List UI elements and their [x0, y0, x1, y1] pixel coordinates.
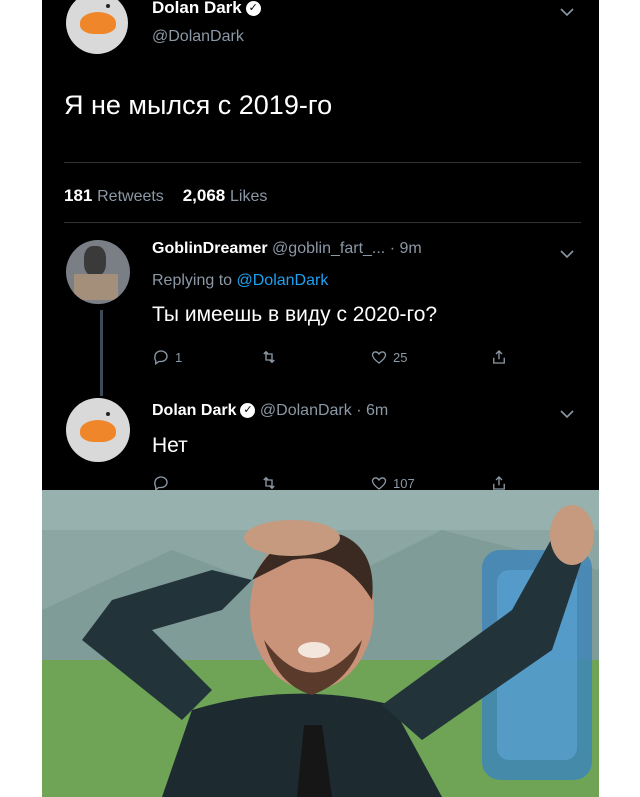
retweets-label: Retweets: [97, 188, 164, 205]
thread-line: [100, 310, 103, 396]
likes-label: Likes: [230, 188, 268, 205]
dolan-avatar[interactable]: [66, 0, 128, 54]
answer-header: Dolan Dark ✓ @DolanDark · 6m: [152, 402, 388, 420]
reply-count: 1: [175, 349, 183, 365]
dolan-avatar[interactable]: [66, 398, 130, 462]
chevron-down-icon[interactable]: [560, 406, 574, 422]
likes-count: 2,068: [182, 186, 226, 205]
display-name[interactable]: Dolan Dark: [152, 402, 236, 419]
chevron-down-icon[interactable]: [560, 246, 574, 262]
tweet-thread: Dolan Dark ✓ @DolanDark Я не мылся с 2019…: [42, 0, 599, 490]
display-name: Dolan Dark: [152, 0, 242, 17]
like-count: 25: [393, 349, 408, 365]
retweet-icon: [263, 350, 275, 364]
handle[interactable]: @goblin_fart_...: [272, 240, 385, 257]
verified-icon: ✓: [240, 403, 256, 419]
tweet-stats: 181 Retweets 2,068 Likes: [64, 186, 267, 206]
reply-text: Ты имеешь в виду с 2020-го?: [152, 303, 438, 326]
like-button[interactable]: 107: [370, 474, 415, 490]
reply-icon: [154, 476, 168, 490]
chevron-down-icon[interactable]: [560, 4, 574, 20]
retweet-button[interactable]: [260, 348, 278, 366]
main-author[interactable]: Dolan Dark ✓: [152, 0, 261, 18]
like-icon: [371, 477, 387, 490]
timestamp[interactable]: · 9m: [390, 240, 422, 257]
goblin-avatar[interactable]: [66, 240, 130, 304]
share-icon: [493, 476, 505, 490]
replying-prefix: Replying to: [152, 272, 233, 289]
verified-icon: ✓: [245, 1, 261, 17]
divider: [64, 162, 581, 163]
reply-button[interactable]: [152, 474, 170, 490]
retweet-icon: [263, 476, 275, 490]
retweets-link[interactable]: 181 Retweets: [64, 186, 164, 205]
handle[interactable]: @DolanDark: [152, 28, 244, 46]
reply-button[interactable]: 1: [152, 348, 182, 366]
handle[interactable]: @DolanDark · 6m: [260, 402, 388, 419]
replying-to-link[interactable]: @DolanDark: [237, 272, 329, 289]
share-button[interactable]: [490, 348, 508, 366]
share-icon: [493, 350, 505, 364]
divider: [64, 222, 581, 223]
like-icon: [371, 351, 387, 364]
replying-to: Replying to @DolanDark: [152, 272, 328, 290]
like-count: 107: [393, 475, 415, 491]
retweets-count: 181: [64, 186, 93, 205]
display-name[interactable]: GoblinDreamer: [152, 240, 268, 257]
likes-link[interactable]: 2,068 Likes: [183, 186, 268, 205]
reaction-photo: [42, 490, 599, 797]
reply-icon: [154, 350, 168, 366]
answer-text: Нет: [152, 434, 188, 457]
like-button[interactable]: 25: [370, 348, 407, 366]
reply-header: GoblinDreamer @goblin_fart_... · 9m: [152, 240, 422, 258]
tweet-text: Я не мылся с 2019-го: [64, 90, 333, 120]
share-button[interactable]: [490, 474, 508, 490]
retweet-button[interactable]: [260, 474, 278, 490]
